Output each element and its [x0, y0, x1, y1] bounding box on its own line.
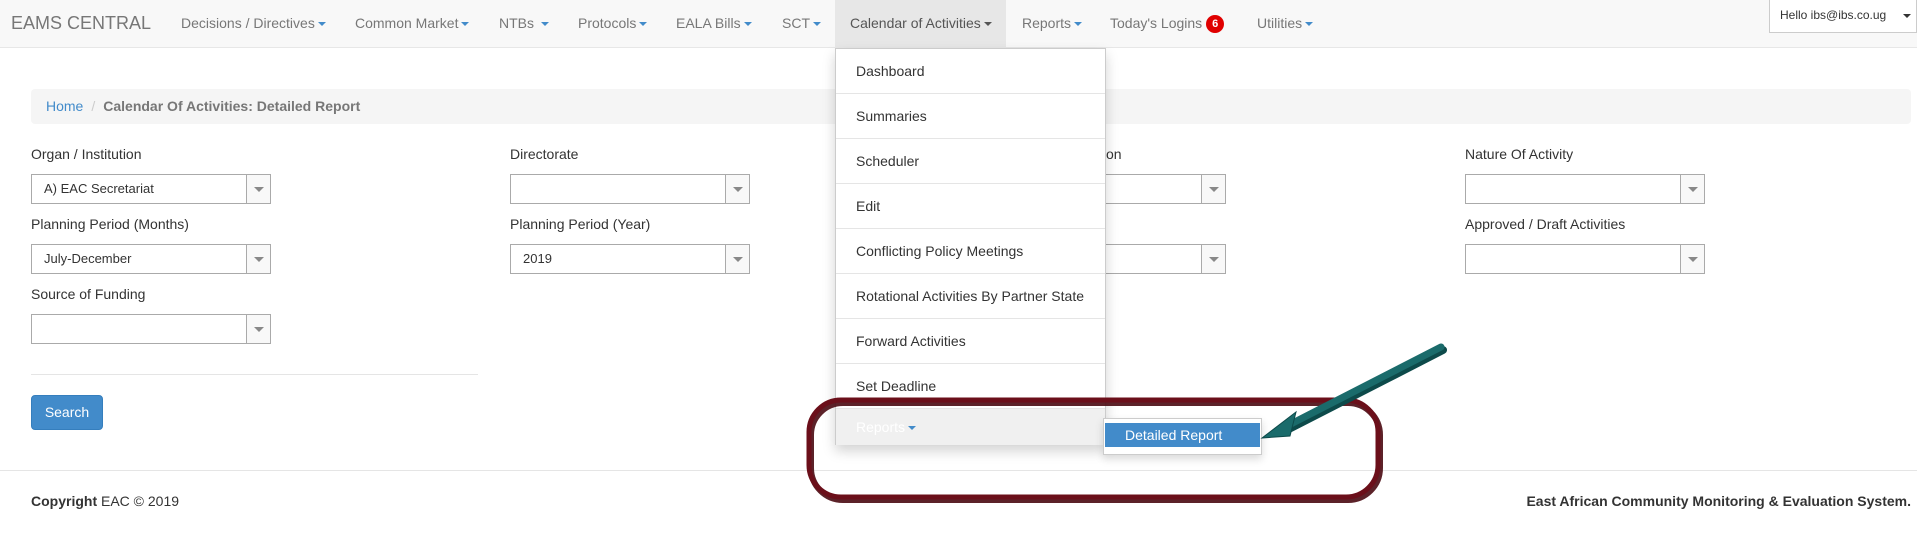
nav-common-market-label: Common Market: [355, 15, 459, 31]
directorate-select[interactable]: [510, 174, 750, 204]
nav-protocols-label: Protocols: [578, 15, 637, 31]
menu-item-detailed-report[interactable]: Detailed Report: [1105, 423, 1260, 447]
chevron-down-icon: [639, 22, 648, 27]
dropdown-arrow-icon: [1201, 245, 1225, 273]
dropdown-arrow-icon: [1680, 175, 1704, 203]
menu-item-conflicting-meetings[interactable]: Conflicting Policy Meetings: [836, 229, 1105, 274]
nav-todays-logins-label: Today's Logins: [1110, 15, 1203, 31]
annotation-arrow-shaft: [1279, 343, 1445, 432]
nav-reports-label: Reports: [1022, 15, 1072, 31]
nav-utilities[interactable]: Utilities: [1257, 0, 1314, 48]
nav-ntbs[interactable]: NTBs: [499, 0, 549, 48]
menu-item-dashboard[interactable]: Dashboard: [836, 49, 1105, 94]
menu-item-summaries[interactable]: Summaries: [836, 94, 1105, 139]
form-divider: [31, 374, 478, 375]
funding-select[interactable]: [31, 314, 271, 344]
brand-logo[interactable]: EAMS CENTRAL: [11, 13, 151, 34]
annotation-arrow-head: [1260, 410, 1297, 439]
logins-count-badge: 6: [1206, 15, 1225, 33]
chevron-down-icon: [540, 22, 549, 27]
dropdown-arrow-icon: [246, 175, 270, 203]
chevron-down-icon: [461, 22, 470, 27]
copyright-text: EAC © 2019: [101, 493, 180, 509]
menu-item-forward-activities[interactable]: Forward Activities: [836, 319, 1105, 364]
nav-sct[interactable]: SCT: [782, 0, 821, 48]
breadcrumb-separator: /: [91, 98, 96, 114]
period-months-value: July-December: [44, 251, 132, 266]
nav-reports[interactable]: Reports: [1022, 0, 1083, 48]
approved-draft-label: Approved / Draft Activities: [1465, 216, 1626, 232]
dropdown-arrow-icon: [725, 175, 749, 203]
chevron-down-icon: [983, 22, 992, 27]
top-navbar: EAMS CENTRAL Decisions / Directives Comm…: [0, 0, 1917, 48]
nature-of-activity-select[interactable]: [1465, 174, 1705, 204]
menu-item-rotational-activities[interactable]: Rotational Activities By Partner State: [836, 274, 1105, 319]
funding-label: Source of Funding: [31, 286, 146, 302]
submenu-reports-label: Reports: [856, 419, 906, 435]
nav-protocols[interactable]: Protocols: [578, 0, 648, 48]
dropdown-arrow-icon: [725, 245, 749, 273]
chevron-down-icon: [743, 22, 752, 27]
dropdown-arrow-icon: [246, 245, 270, 273]
user-greeting: Hello ibs@ibs.co.ug: [1780, 8, 1887, 22]
footer-system-name: East African Community Monitoring & Eval…: [1526, 493, 1911, 509]
copyright-label: Copyright: [31, 493, 98, 509]
chevron-down-icon: [1903, 14, 1911, 18]
nature-of-activity-label: Nature Of Activity: [1465, 146, 1574, 162]
menu-item-set-deadline[interactable]: Set Deadline: [836, 364, 1105, 409]
division-label: on: [1106, 146, 1122, 162]
dropdown-arrow-icon: [1201, 175, 1225, 203]
nav-eala-bills-label: EALA Bills: [676, 15, 741, 31]
organ-select-value: A) EAC Secretariat: [44, 181, 154, 196]
annotation-arrow-shadow: [1281, 346, 1447, 435]
nav-decisions-label: Decisions / Directives: [181, 15, 315, 31]
calendar-dropdown-menu: Dashboard Summaries Scheduler Edit Confl…: [835, 48, 1106, 445]
nav-common-market[interactable]: Common Market: [355, 0, 470, 48]
chevron-down-icon: [1074, 22, 1083, 27]
nav-calendar-label: Calendar of Activities: [850, 15, 981, 31]
user-menu[interactable]: Hello ibs@ibs.co.ug: [1769, 0, 1917, 33]
period-year-select[interactable]: 2019: [510, 244, 750, 274]
footer-copyright: Copyright EAC © 2019: [31, 493, 179, 509]
chevron-down-icon: [908, 426, 917, 431]
period-year-value: 2019: [523, 251, 552, 266]
period-months-select[interactable]: July-December: [31, 244, 271, 274]
nav-utilities-label: Utilities: [1257, 15, 1303, 31]
nav-decisions[interactable]: Decisions / Directives: [181, 0, 326, 48]
organ-label: Organ / Institution: [31, 146, 142, 162]
menu-item-scheduler[interactable]: Scheduler: [836, 139, 1105, 184]
nav-calendar-of-activities[interactable]: Calendar of Activities: [835, 0, 1006, 48]
directorate-label: Directorate: [510, 146, 579, 162]
menu-item-reports-submenu[interactable]: Reports: [836, 409, 1105, 445]
nav-ntbs-label: NTBs: [499, 15, 534, 31]
search-button[interactable]: Search: [31, 395, 103, 430]
menu-item-edit[interactable]: Edit: [836, 184, 1105, 229]
chevron-down-icon: [1305, 22, 1314, 27]
chevron-down-icon: [317, 22, 326, 27]
footer-divider: [0, 470, 1917, 471]
organ-select[interactable]: A) EAC Secretariat: [31, 174, 271, 204]
nav-eala-bills[interactable]: EALA Bills: [676, 0, 752, 48]
reports-submenu: Detailed Report: [1103, 418, 1262, 455]
breadcrumb-home[interactable]: Home: [46, 98, 83, 114]
period-year-label: Planning Period (Year): [510, 216, 651, 232]
approved-draft-select[interactable]: [1465, 244, 1705, 274]
nav-todays-logins[interactable]: Today's Logins 6: [1110, 0, 1225, 48]
nav-sct-label: SCT: [782, 15, 810, 31]
dropdown-arrow-icon: [246, 315, 270, 343]
dropdown-arrow-icon: [1680, 245, 1704, 273]
period-months-label: Planning Period (Months): [31, 216, 189, 232]
page-title: Calendar Of Activities: Detailed Report: [103, 98, 361, 114]
chevron-down-icon: [813, 22, 821, 27]
